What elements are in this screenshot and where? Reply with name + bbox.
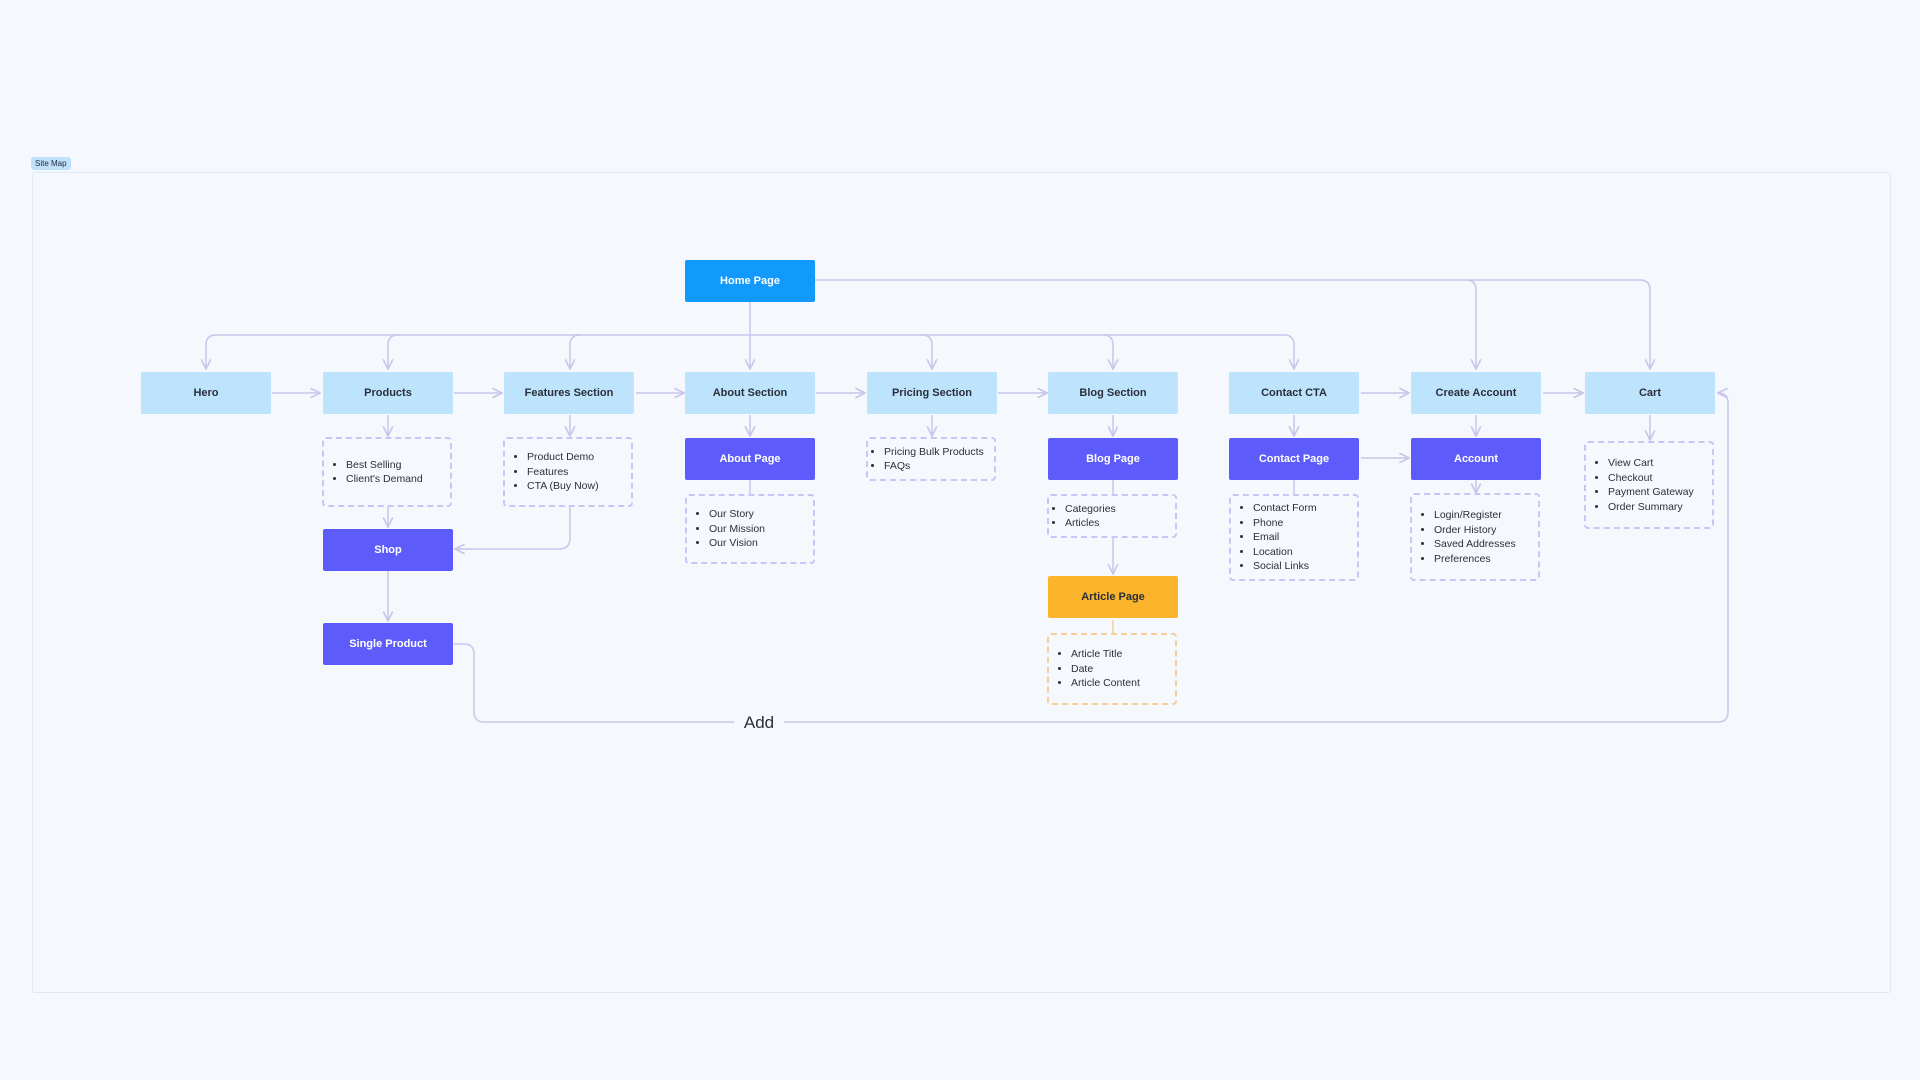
list-about-page: Our StoryOur MissionOur Vision <box>685 494 815 564</box>
node-blog-page[interactable]: Blog Page <box>1048 438 1178 480</box>
list-item: Client's Demand <box>346 472 423 487</box>
connectors <box>0 279 1729 723</box>
list-item: FAQs <box>884 459 984 474</box>
node-about-section[interactable]: About Section <box>685 372 815 414</box>
list-article-page: Article TitleDateArticle Content <box>1047 633 1177 705</box>
node-shop[interactable]: Shop <box>323 529 453 571</box>
bullet-list: CategoriesArticles <box>1049 502 1116 531</box>
node-cart[interactable]: Cart <box>1585 372 1715 414</box>
list-item: Best Selling <box>346 458 423 473</box>
list-account: Login/RegisterOrder HistorySaved Address… <box>1410 493 1540 581</box>
list-item: View Cart <box>1608 456 1694 471</box>
node-contact-cta[interactable]: Contact CTA <box>1229 372 1359 414</box>
list-item: Our Story <box>709 507 765 522</box>
list-item: Order Summary <box>1608 500 1694 515</box>
list-item: Pricing Bulk Products <box>884 445 984 460</box>
node-blog-section[interactable]: Blog Section <box>1048 372 1178 414</box>
list-item: Articles <box>1065 516 1116 531</box>
list-item: Product Demo <box>527 450 599 465</box>
node-article-page[interactable]: Article Page <box>1048 576 1178 618</box>
bullet-list: Our StoryOur MissionOur Vision <box>687 507 765 551</box>
edge-bus-hero <box>206 334 750 369</box>
edge-bus-blog <box>1102 334 1113 369</box>
list-item: Article Title <box>1071 647 1140 662</box>
bullet-list: Article TitleDateArticle Content <box>1049 647 1140 691</box>
list-item: Preferences <box>1434 552 1516 567</box>
list-item: Contact Form <box>1253 501 1317 516</box>
bullet-list: Best SellingClient's Demand <box>324 458 423 487</box>
node-home-page[interactable]: Home Page <box>685 260 815 302</box>
list-item: Checkout <box>1608 471 1694 486</box>
edge-bus-pricing <box>921 334 932 369</box>
list-pricing: Pricing Bulk ProductsFAQs <box>866 437 996 481</box>
list-item: Email <box>1253 530 1317 545</box>
list-item: Our Mission <box>709 522 765 537</box>
node-contact-page[interactable]: Contact Page <box>1229 438 1359 480</box>
bullet-list: View CartCheckoutPayment GatewayOrder Su… <box>1586 456 1694 514</box>
edge-label-add: Add <box>734 711 784 735</box>
list-contact-page: Contact FormPhoneEmailLocationSocial Lin… <box>1229 494 1359 581</box>
bullet-list: Product DemoFeaturesCTA (Buy Now) <box>505 450 599 494</box>
node-create-account[interactable]: Create Account <box>1411 372 1541 414</box>
node-features-section[interactable]: Features Section <box>504 372 634 414</box>
edge-bus-right <box>750 334 1294 369</box>
node-hero[interactable]: Hero <box>141 372 271 414</box>
edge-bus-features <box>570 334 581 369</box>
list-item: Order History <box>1434 523 1516 538</box>
edge-home-cart <box>1466 279 1650 369</box>
list-item: Location <box>1253 545 1317 560</box>
bullet-list: Pricing Bulk ProductsFAQs <box>868 445 984 474</box>
bullet-list: Contact FormPhoneEmailLocationSocial Lin… <box>1231 501 1317 574</box>
edge-featureslist-shop <box>455 507 571 549</box>
list-item: Date <box>1071 662 1140 677</box>
list-item: Our Vision <box>709 536 765 551</box>
list-item: Login/Register <box>1434 508 1516 523</box>
list-item: Phone <box>1253 516 1317 531</box>
list-features: Product DemoFeaturesCTA (Buy Now) <box>503 437 633 507</box>
node-single-product[interactable]: Single Product <box>323 623 453 665</box>
node-about-page[interactable]: About Page <box>685 438 815 480</box>
list-item: CTA (Buy Now) <box>527 479 599 494</box>
edge-bus-products <box>388 334 399 369</box>
node-pricing-section[interactable]: Pricing Section <box>867 372 997 414</box>
node-products[interactable]: Products <box>323 372 453 414</box>
list-cart: View CartCheckoutPayment GatewayOrder Su… <box>1584 441 1714 529</box>
bullet-list: Login/RegisterOrder HistorySaved Address… <box>1412 508 1516 566</box>
list-item: Payment Gateway <box>1608 485 1694 500</box>
list-products: Best SellingClient's Demand <box>322 437 452 507</box>
node-account[interactable]: Account <box>1411 438 1541 480</box>
list-item: Categories <box>1065 502 1116 517</box>
list-item: Saved Addresses <box>1434 537 1516 552</box>
list-blog-page: CategoriesArticles <box>1047 494 1177 538</box>
edge-home-create-account <box>815 279 1476 369</box>
list-item: Social Links <box>1253 559 1317 574</box>
list-item: Features <box>527 465 599 480</box>
list-item: Article Content <box>1071 676 1140 691</box>
